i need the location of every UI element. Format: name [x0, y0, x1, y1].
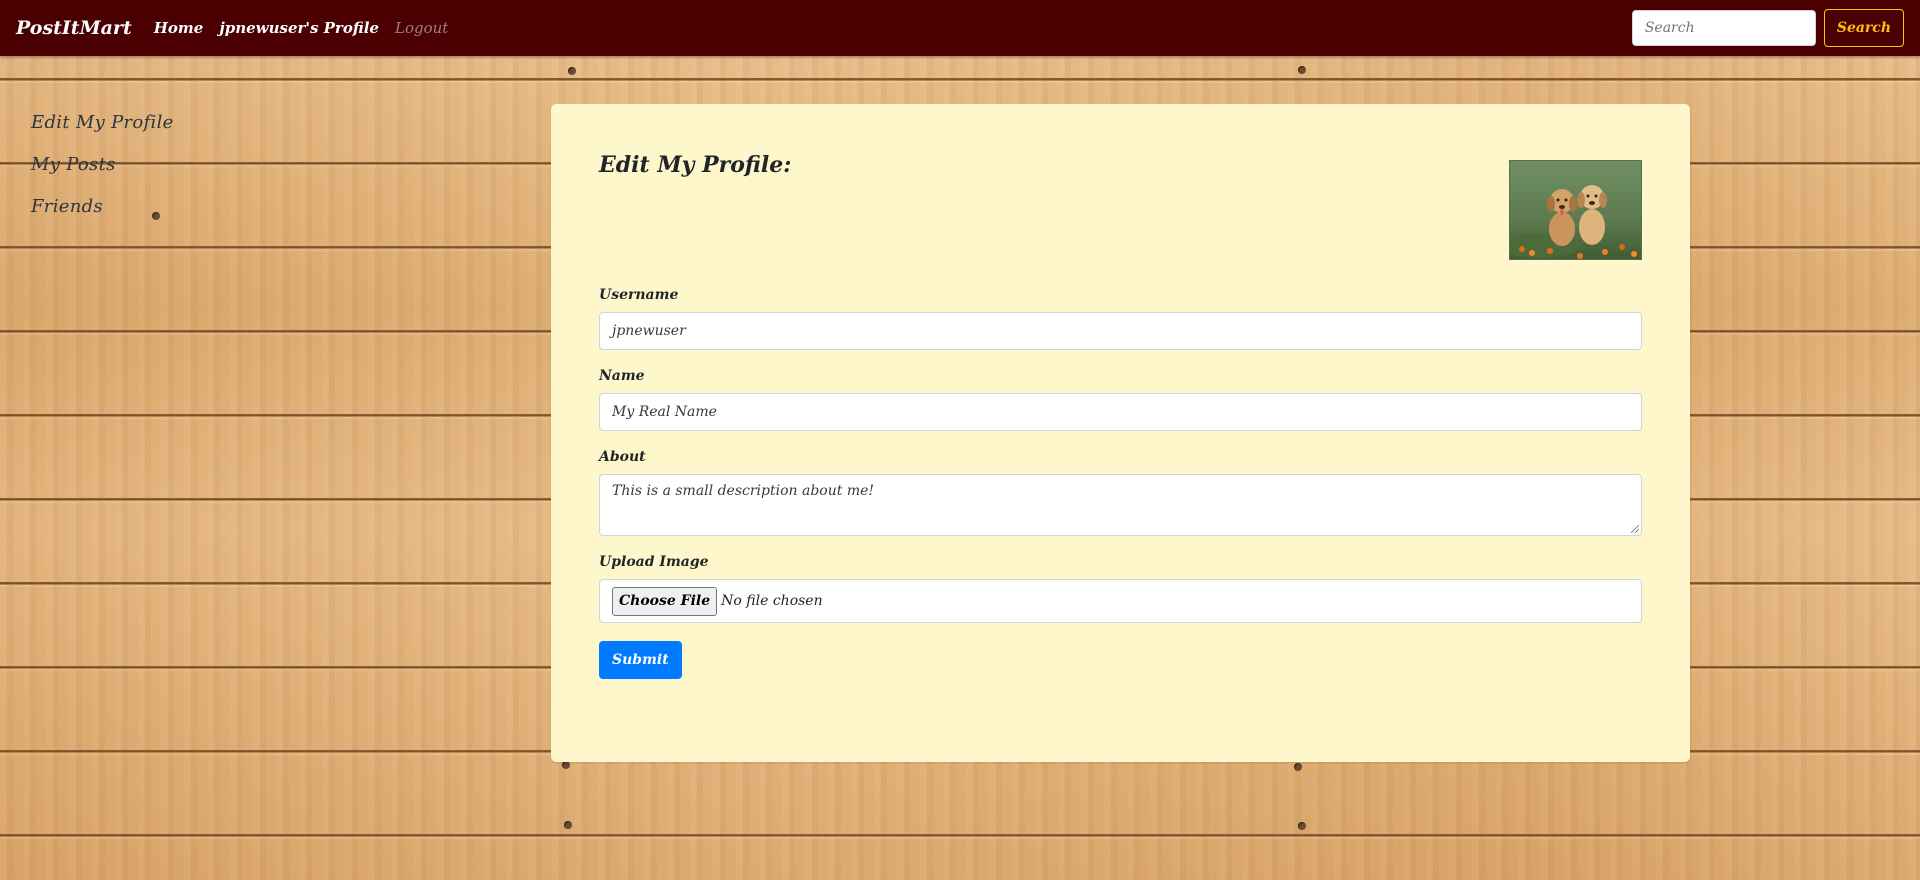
nail-decoration — [564, 821, 572, 829]
file-status-text: No file chosen — [721, 593, 823, 609]
about-group: About This is a small description about … — [599, 449, 1642, 536]
sidebar-item-my-posts[interactable]: My Posts — [31, 154, 174, 175]
sidebar-item-edit-profile[interactable]: Edit My Profile — [31, 112, 174, 133]
name-group: Name My Real Name — [599, 368, 1642, 431]
nav-profile-link[interactable]: jpnewuser's Profile — [219, 19, 379, 37]
choose-file-button[interactable]: Choose File — [612, 586, 718, 616]
search-input[interactable] — [1631, 10, 1816, 46]
nail-decoration — [1294, 763, 1302, 771]
file-input[interactable]: Choose File No file chosen — [599, 579, 1642, 623]
name-label: Name — [599, 368, 645, 384]
sidebar: Edit My Profile My Posts Friends — [31, 112, 174, 238]
upload-group: Upload Image Choose File No file chosen — [599, 554, 1642, 623]
about-text: This is a small description about me! — [612, 483, 875, 499]
search-button[interactable]: Search — [1823, 9, 1904, 47]
top-navbar: PostItMart Home jpnewuser's Profile Logo… — [0, 0, 1920, 56]
nail-decoration — [1298, 66, 1306, 74]
edit-profile-form: Username jpnewuser Name My Real Name Abo… — [599, 287, 1642, 679]
submit-button[interactable]: Submit — [599, 641, 682, 679]
nav-home-link[interactable]: Home — [154, 19, 204, 37]
username-group: Username jpnewuser — [599, 287, 1642, 350]
about-textarea[interactable]: This is a small description about me! — [599, 474, 1642, 536]
nav-links: Home jpnewuser's Profile Logout — [154, 19, 465, 37]
sidebar-item-friends[interactable]: Friends — [31, 196, 174, 217]
nail-decoration — [568, 67, 576, 75]
edit-profile-card: Edit My Profile: Username jpnewuser Name… — [551, 104, 1690, 762]
username-label: Username — [599, 287, 679, 303]
nail-decoration — [1298, 822, 1306, 830]
profile-image — [1509, 160, 1642, 260]
resize-handle-icon[interactable] — [1631, 525, 1639, 533]
puppies-photo-icon — [1510, 161, 1641, 259]
name-field[interactable]: My Real Name — [599, 393, 1642, 431]
brand-logo[interactable]: PostItMart — [16, 17, 132, 39]
nail-decoration — [562, 761, 570, 769]
about-label: About — [599, 449, 646, 465]
upload-label: Upload Image — [599, 554, 709, 570]
username-field[interactable]: jpnewuser — [599, 312, 1642, 350]
page-title: Edit My Profile: — [599, 152, 792, 178]
nav-search-form: Search — [1631, 9, 1904, 47]
nav-logout-link[interactable]: Logout — [395, 19, 448, 37]
